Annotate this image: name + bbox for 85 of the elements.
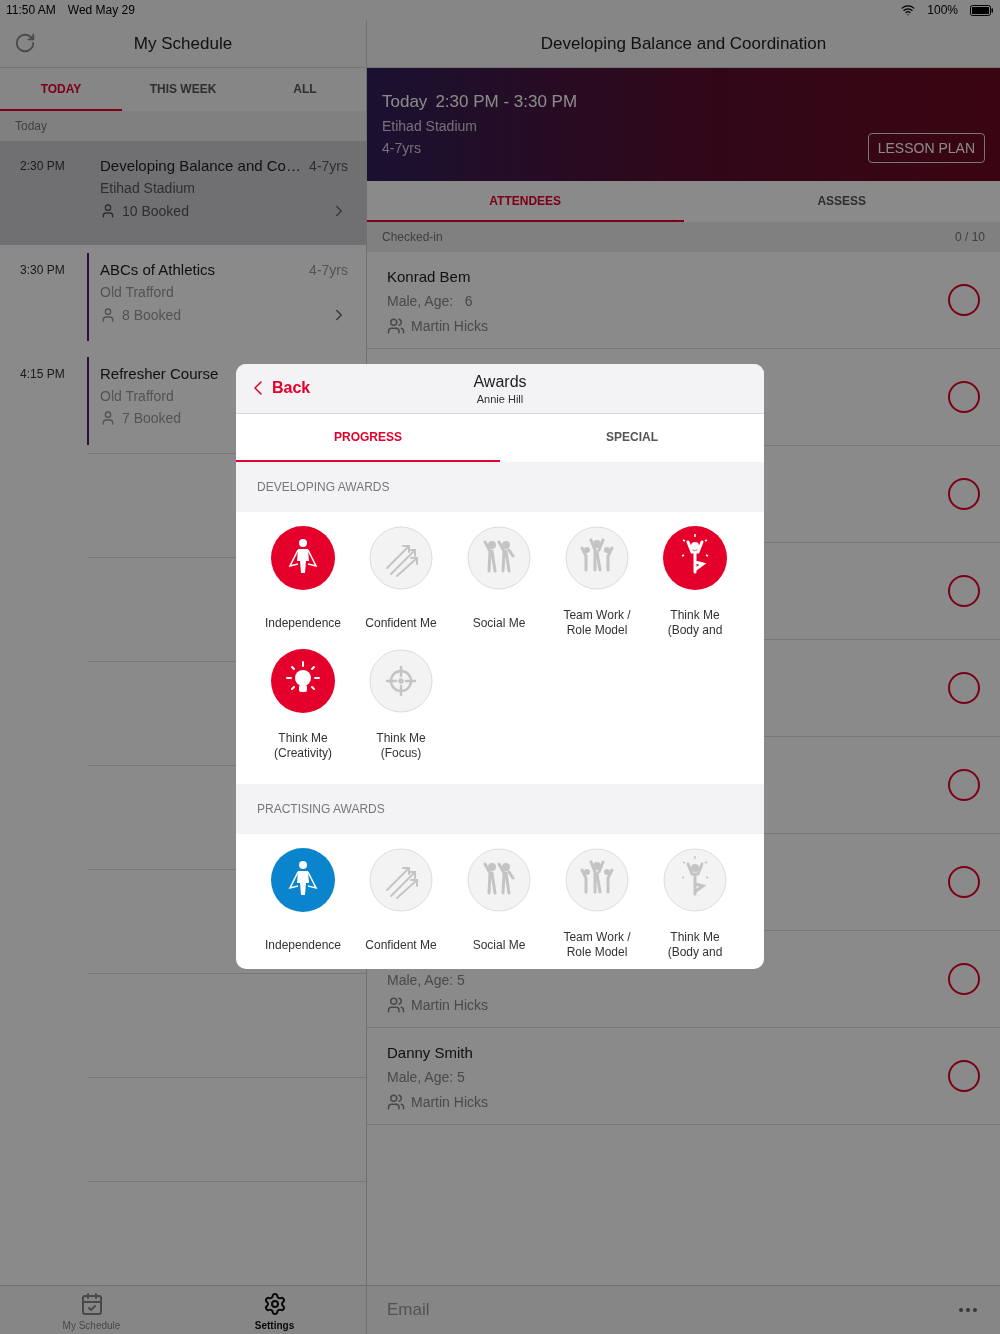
award-label: Think Me (Focus): [375, 731, 427, 761]
check-in-toggle[interactable]: [948, 769, 980, 801]
coach-name: Martin Hicks: [411, 318, 488, 334]
battery-icon: [970, 4, 994, 16]
dialog-subtitle: Annie Hill: [476, 392, 524, 405]
settings-icon: [262, 1292, 287, 1316]
award-label: Think Me (Body and: [666, 930, 724, 960]
attendee-details: Male, Age: 5: [387, 972, 466, 988]
attendee-details: Male, Age: 6: [387, 293, 474, 309]
group-icon: [387, 996, 405, 1014]
dancers-icon[interactable]: [467, 526, 531, 590]
session-row[interactable]: 2:30 PM Developing Balance and Co… 4-7yrs Etihad Stadium 10 Booked: [0, 141, 366, 245]
award-label: Confident Me: [364, 614, 438, 632]
lightbulb-icon[interactable]: [271, 649, 335, 713]
filter-tab[interactable]: THIS WEEK: [122, 68, 244, 111]
battery-percent: 100%: [927, 3, 958, 17]
section-header: DEVELOPING AWARDS: [257, 480, 390, 494]
attendee-name: Konrad Bem: [387, 268, 472, 285]
session-time: 4:15 PM: [19, 366, 66, 383]
check-in-toggle[interactable]: [948, 866, 980, 898]
group-icon: [387, 317, 405, 335]
age-range: 4-7yrs: [309, 157, 348, 174]
status-time: 11:50 AM: [6, 3, 56, 17]
section-header: Today: [15, 119, 48, 133]
attendee-details: Male, Age: 5: [387, 1069, 466, 1085]
award-label: Think Me (Body and: [666, 608, 724, 638]
tab-bar-item[interactable]: Settings: [183, 1286, 366, 1334]
lesson-time: 2:30 PM - 3:30 PM: [435, 92, 578, 112]
lesson-tab[interactable]: ASSESS: [683, 181, 1000, 222]
attendee-name: Danny Smith: [387, 1044, 474, 1061]
back-button[interactable]: Back: [246, 376, 311, 400]
dialog-title: Awards: [473, 372, 527, 391]
arrows-icon[interactable]: [369, 526, 433, 590]
lesson-venue: Etihad Stadium: [382, 118, 478, 134]
filter-tab[interactable]: ALL: [244, 68, 366, 111]
check-in-toggle[interactable]: [948, 1060, 980, 1092]
pane-title: My Schedule: [133, 33, 233, 54]
checked-in-label: Checked-in: [382, 230, 443, 244]
awards-tab[interactable]: SPECIAL: [500, 414, 764, 462]
wifi-icon: [901, 3, 916, 17]
group-icon: [387, 1093, 405, 1111]
dancers-icon[interactable]: [467, 848, 531, 912]
check-in-toggle[interactable]: [948, 478, 980, 510]
lesson-plan-button[interactable]: LESSON PLAN: [867, 133, 985, 163]
session-title: ABCs of Athletics: [100, 261, 217, 278]
cheering-group-icon[interactable]: [565, 848, 629, 912]
caped-figure-icon[interactable]: [271, 848, 335, 912]
arrows-icon[interactable]: [369, 848, 433, 912]
award-label: Independence: [263, 614, 343, 632]
venue: Etihad Stadium: [100, 180, 195, 196]
session-time: 2:30 PM: [19, 158, 66, 175]
award-label: Confident Me: [364, 936, 438, 954]
section-header: PRACTISING AWARDS: [257, 802, 385, 816]
tab-bar-item[interactable]: My Schedule: [0, 1286, 183, 1334]
award-label: Team Work / Role Model: [562, 608, 632, 638]
caped-figure-icon[interactable]: [271, 526, 335, 590]
refresh-icon[interactable]: [14, 32, 36, 54]
person-icon: [100, 410, 116, 426]
cheering-group-icon[interactable]: [565, 526, 629, 590]
check-in-toggle[interactable]: [948, 284, 980, 316]
check-in-toggle[interactable]: [948, 672, 980, 704]
session-title: Refresher Course: [100, 365, 220, 382]
session-title: Developing Balance and Co…: [100, 157, 302, 174]
lesson-day: Today: [382, 92, 428, 112]
crosshair-icon[interactable]: [369, 649, 433, 713]
award-label: Team Work / Role Model: [562, 930, 632, 960]
coach-name: Martin Hicks: [411, 1094, 488, 1110]
coach-name: Martin Hicks: [411, 997, 488, 1013]
person-icon: [100, 307, 116, 323]
check-in-toggle[interactable]: [948, 381, 980, 413]
lesson-age: 4-7yrs: [382, 140, 422, 156]
award-label: Independence: [263, 936, 343, 954]
award-label: Think Me (Creativity): [273, 731, 333, 761]
calendar-icon: [79, 1292, 104, 1316]
check-in-toggle[interactable]: [948, 575, 980, 607]
status-date: Wed May 29: [67, 3, 135, 17]
person-icon: [100, 203, 116, 219]
booked-count: 10 Booked: [122, 203, 189, 219]
checked-in-count: 0 / 10: [954, 230, 985, 244]
balancing-figure-icon[interactable]: [663, 526, 727, 590]
pane-title: Developing Balance and Coordination: [540, 33, 827, 54]
check-in-toggle[interactable]: [948, 963, 980, 995]
session-time: 3:30 PM: [19, 262, 66, 279]
award-label: Social Me: [471, 614, 527, 632]
award-label: Social Me: [471, 936, 527, 954]
